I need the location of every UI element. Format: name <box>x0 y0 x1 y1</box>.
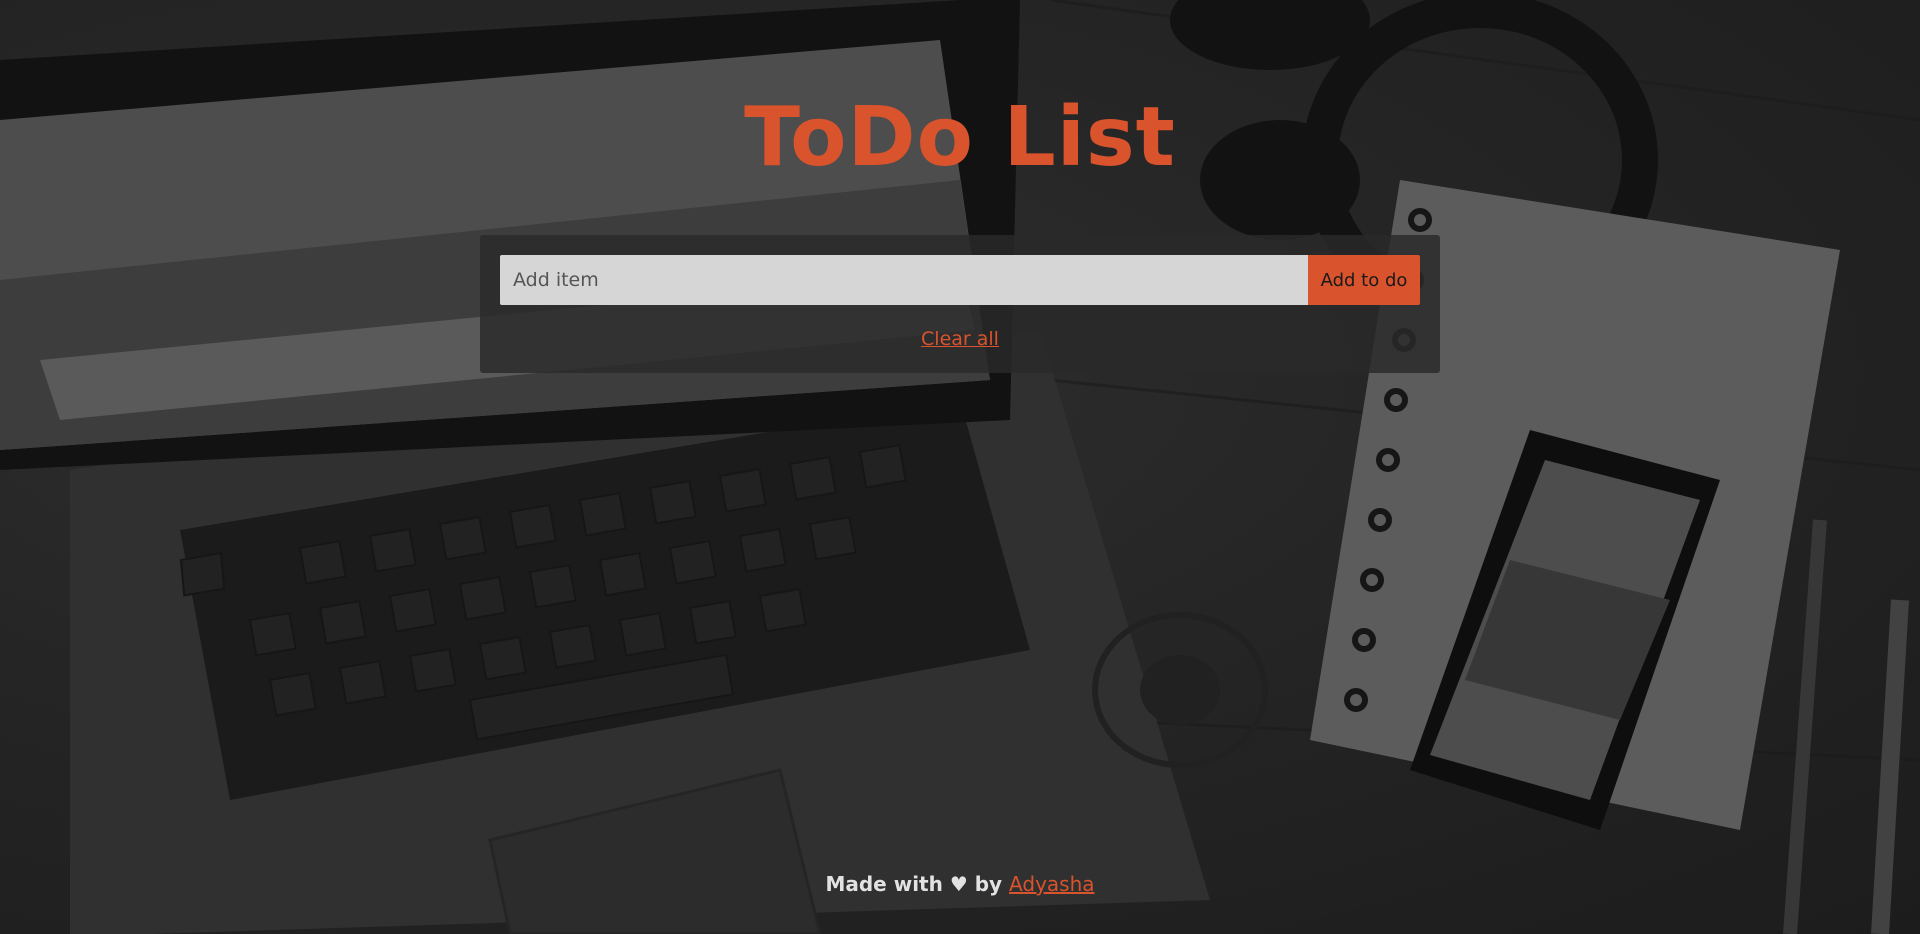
heart-icon: ♥ <box>949 872 968 896</box>
clear-all-link[interactable]: Clear all <box>921 328 999 350</box>
footer: Made with ♥ by Adyasha <box>0 872 1920 896</box>
add-todo-button[interactable]: Add to do <box>1308 255 1420 305</box>
add-item-input[interactable] <box>500 255 1308 305</box>
footer-prefix: Made with <box>825 872 943 896</box>
footer-by: by <box>974 872 1003 896</box>
page-title: ToDo List <box>744 90 1176 185</box>
author-link[interactable]: Adyasha <box>1009 872 1094 896</box>
add-todo-form: Add to do <box>500 255 1420 305</box>
clear-all-container: Clear all <box>480 328 1440 350</box>
todo-panel: Add to do Clear all <box>480 235 1440 373</box>
